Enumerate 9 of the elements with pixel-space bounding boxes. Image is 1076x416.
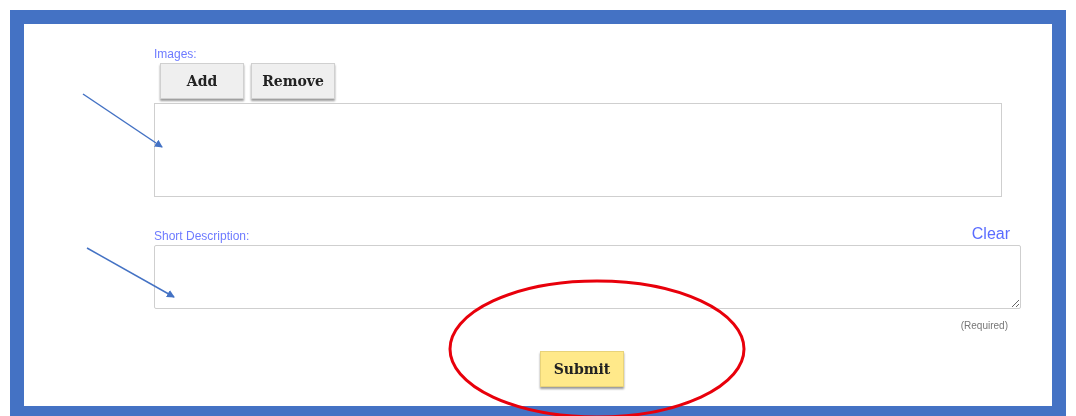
field-label: Images: — [154, 47, 197, 61]
image-button[interactable]: Remove — [251, 63, 335, 99]
clear-link[interactable]: Clear — [971, 225, 1010, 243]
field-label: Short Description: — [154, 229, 250, 243]
description-field[interactable] — [154, 245, 1021, 309]
images-list-box[interactable] — [154, 103, 1002, 197]
required-note: (Required) — [960, 320, 1008, 331]
image-button[interactable]: Add — [160, 63, 244, 99]
submit-button[interactable]: Submit — [540, 351, 624, 387]
